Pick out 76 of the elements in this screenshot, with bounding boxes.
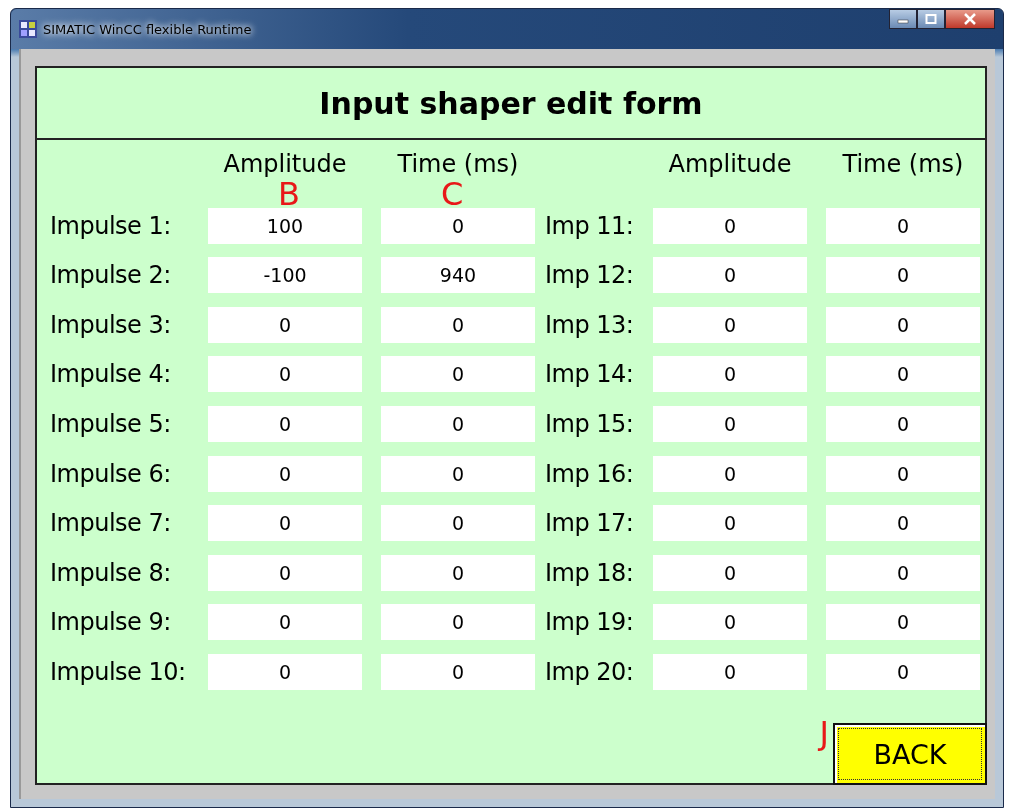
row-label: Impulse 7: [50, 509, 172, 538]
maximize-button[interactable] [917, 9, 945, 29]
amplitude-field[interactable]: 0 [653, 257, 807, 294]
amplitude-field[interactable]: 0 [653, 207, 807, 244]
amplitude-field[interactable]: 0 [653, 604, 807, 641]
row-label: Imp 12: [545, 261, 634, 290]
annotation-letter: C [441, 178, 464, 210]
row-label: Imp 11: [545, 211, 634, 240]
time-field[interactable]: 0 [381, 455, 535, 492]
row-label: Imp 15: [545, 409, 634, 438]
time-field[interactable]: 0 [826, 554, 980, 591]
amplitude-field[interactable]: 0 [208, 653, 362, 690]
time-field[interactable]: 0 [826, 257, 980, 294]
window-title: SIMATIC WinCC flexible Runtime [43, 21, 252, 37]
time-field[interactable]: 0 [826, 455, 980, 492]
time-field[interactable]: 0 [826, 356, 980, 393]
row-label: Impulse 2: [50, 261, 172, 290]
time-field[interactable]: 0 [381, 604, 535, 641]
close-icon [963, 13, 977, 25]
amplitude-field[interactable]: 100 [208, 207, 362, 244]
amplitude-field[interactable]: 0 [208, 356, 362, 393]
time-field[interactable]: 0 [381, 505, 535, 542]
back-button[interactable]: BACK [833, 723, 987, 785]
amplitude-field[interactable]: 0 [653, 653, 807, 690]
amplitude-field[interactable]: 0 [653, 455, 807, 492]
time-field[interactable]: 0 [381, 207, 535, 244]
time-field[interactable]: 0 [826, 604, 980, 641]
row-label: Impulse 10: [50, 657, 187, 686]
time-field[interactable]: 0 [826, 405, 980, 442]
time-field[interactable]: 0 [826, 207, 980, 244]
row-label: Impulse 3: [50, 310, 172, 339]
time-field[interactable]: 0 [381, 653, 535, 690]
time-field[interactable]: 0 [826, 306, 980, 343]
app-icon [19, 20, 37, 38]
amplitude-field[interactable]: 0 [208, 554, 362, 591]
time-field[interactable]: 0 [826, 505, 980, 542]
annotation-letter: B [278, 178, 300, 210]
amplitude-field[interactable]: 0 [208, 505, 362, 542]
row-label: Imp 13: [545, 310, 634, 339]
row-label: Imp 14: [545, 360, 634, 389]
annotation-letter: J [819, 717, 829, 749]
row-label: Imp 17: [545, 509, 634, 538]
time-field[interactable]: 940 [381, 257, 535, 294]
time-field[interactable]: 0 [381, 554, 535, 591]
column-header: Time (ms) [842, 150, 964, 178]
amplitude-field[interactable]: 0 [208, 604, 362, 641]
maximize-icon [925, 14, 937, 24]
close-button[interactable] [945, 9, 995, 29]
row-label: Imp 20: [545, 657, 634, 686]
column-header: Amplitude [668, 150, 792, 178]
time-field[interactable]: 0 [381, 356, 535, 393]
column-header: Amplitude [223, 150, 347, 178]
row-label: Imp 18: [545, 558, 634, 587]
row-label: Imp 16: [545, 459, 634, 488]
time-field[interactable]: 0 [381, 405, 535, 442]
row-label: Impulse 9: [50, 608, 172, 637]
row-label: Impulse 6: [50, 459, 172, 488]
amplitude-field[interactable]: 0 [653, 356, 807, 393]
time-field[interactable]: 0 [826, 653, 980, 690]
row-label: Imp 19: [545, 608, 634, 637]
row-label: Impulse 8: [50, 558, 172, 587]
amplitude-field[interactable]: 0 [653, 405, 807, 442]
amplitude-field[interactable]: 0 [653, 505, 807, 542]
time-field[interactable]: 0 [381, 306, 535, 343]
amplitude-field[interactable]: 0 [653, 306, 807, 343]
form-title: Input shaper edit form [319, 85, 703, 121]
row-label: Impulse 4: [50, 360, 172, 389]
amplitude-field[interactable]: 0 [208, 306, 362, 343]
minimize-button[interactable] [889, 9, 917, 29]
amplitude-field[interactable]: 0 [208, 455, 362, 492]
row-label: Impulse 1: [50, 211, 172, 240]
column-header: Time (ms) [397, 150, 519, 178]
amplitude-field[interactable]: 0 [653, 554, 807, 591]
row-label: Impulse 5: [50, 409, 172, 438]
amplitude-field[interactable]: -100 [208, 257, 362, 294]
amplitude-field[interactable]: 0 [208, 405, 362, 442]
